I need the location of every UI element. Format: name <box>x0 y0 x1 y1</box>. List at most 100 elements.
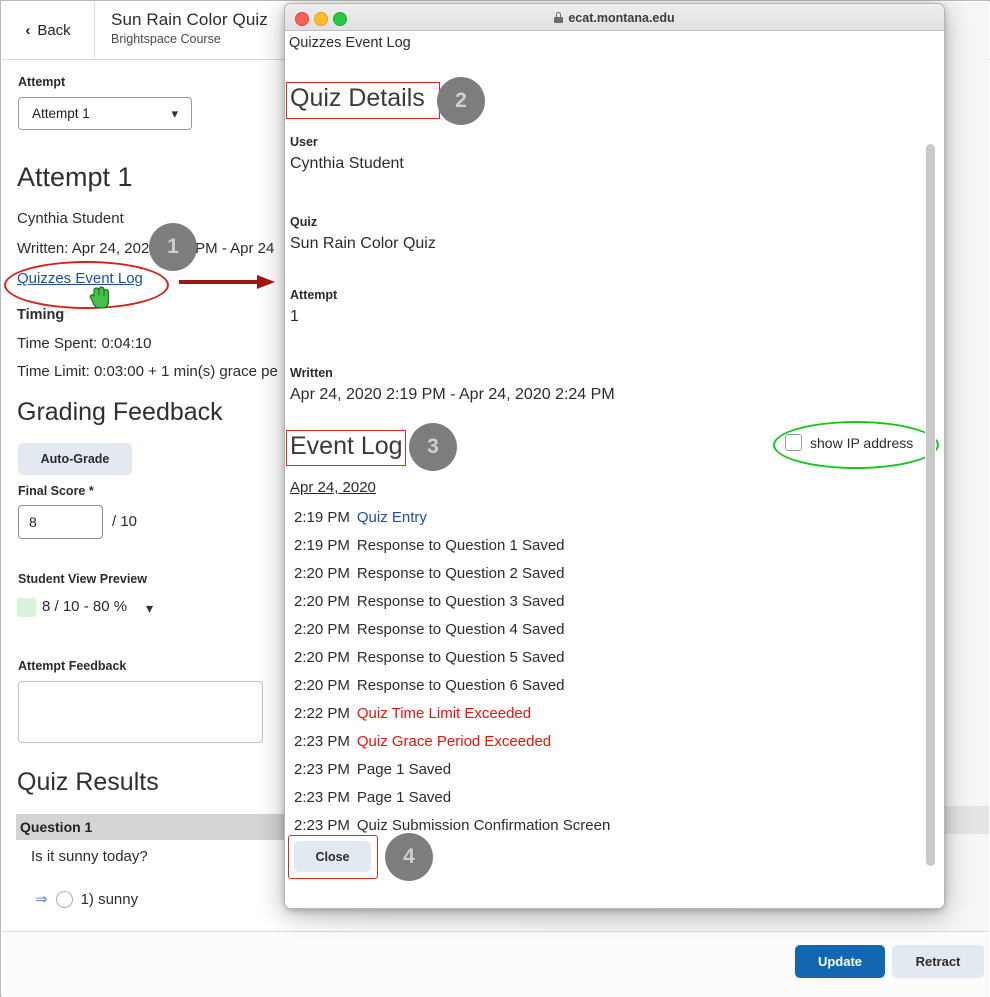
event-log-row: 2:20 PM Response to Question 3 Saved <box>294 587 914 615</box>
url-text: ecat.montana.edu <box>568 10 675 25</box>
event-log-list: 2:19 PM Quiz Entry 2:19 PM Response to Ques… <box>294 503 914 839</box>
event-log-event: Response to Question 1 Saved <box>356 536 565 554</box>
event-log-time: 2:20 PM <box>294 620 350 638</box>
event-log-time: 2:19 PM <box>294 508 350 526</box>
attempt-feedback-input[interactable] <box>18 681 263 743</box>
event-log-row: 2:22 PM Quiz Time Limit Exceeded <box>294 699 914 727</box>
arrow-right-icon: ⇒ <box>35 891 48 908</box>
event-log-row: 2:23 PM Quiz Submission Confirmation Scre… <box>294 811 914 839</box>
radio-icon[interactable] <box>55 890 73 908</box>
event-log-time: 2:23 PM <box>294 760 350 778</box>
event-log-event: Page 1 Saved <box>356 788 452 806</box>
update-button-label: Update <box>817 954 863 969</box>
attempt-select-value: Attempt 1 <box>32 106 90 121</box>
question-1-header: Question 1 <box>16 814 316 840</box>
event-log-event: Response to Question 4 Saved <box>356 620 565 638</box>
final-score-label: Final Score * <box>18 484 94 498</box>
event-log-event: Quiz Grace Period Exceeded <box>356 732 552 750</box>
event-log-time: 2:22 PM <box>294 704 350 722</box>
detail-label-attempt: Attempt <box>290 288 338 302</box>
written-timestamp: Written: Apr 24, 2020 2:19 PM - Apr 24 <box>17 240 275 257</box>
event-log-row: 2:20 PM Response to Question 2 Saved <box>294 559 914 587</box>
event-log-row: 2:19 PM Response to Question 1 Saved <box>294 531 914 559</box>
page-frame: ‹ Back Sun Rain Color Quiz Brightspace C… <box>0 0 990 997</box>
question-1-option-1[interactable]: ⇒ 1) sunny <box>35 890 138 908</box>
event-log-time: 2:19 PM <box>294 536 350 554</box>
event-log-row: 2:23 PM Page 1 Saved <box>294 783 914 811</box>
detail-label-quiz: Quiz <box>290 215 318 229</box>
final-score-denominator: / 10 <box>112 513 138 530</box>
attempt-feedback-label: Attempt Feedback <box>18 659 127 673</box>
time-spent: Time Spent: 0:04:10 <box>17 335 152 352</box>
detail-label-user: User <box>290 135 318 149</box>
quiz-results-heading: Quiz Results <box>17 768 159 796</box>
address-bar[interactable]: ecat.montana.edu <box>285 4 944 31</box>
lock-icon <box>554 12 564 23</box>
page-subtitle: Brightspace Course <box>111 32 221 46</box>
question-1-text: Is it sunny today? <box>31 848 148 865</box>
back-button-label: Back <box>37 22 71 39</box>
event-log-event: Response to Question 5 Saved <box>356 648 565 666</box>
chevron-left-icon: ‹ <box>25 22 31 39</box>
event-log-event: Response to Question 2 Saved <box>356 564 565 582</box>
grading-feedback-heading: Grading Feedback <box>17 398 223 426</box>
final-score-input[interactable] <box>18 505 103 539</box>
event-log-row: 2:20 PM Response to Question 5 Saved <box>294 643 914 671</box>
app-title-block: Sun Rain Color Quiz Brightspace Course <box>111 10 268 46</box>
page-title: Sun Rain Color Quiz <box>111 10 268 29</box>
auto-grade-label: Auto-Grade <box>40 452 110 466</box>
chevron-down-icon: ▾ <box>171 106 178 121</box>
event-log-event: Response to Question 3 Saved <box>356 592 565 610</box>
quizzes-event-log-link[interactable]: Quizzes Event Log <box>17 270 143 287</box>
event-log-time: 2:20 PM <box>294 648 350 666</box>
attempt-select[interactable]: Attempt 1 ▾ <box>18 97 192 130</box>
attempt-field-label: Attempt <box>18 75 66 89</box>
event-log-time: 2:23 PM <box>294 788 350 806</box>
time-limit: Time Limit: 0:03:00 + 1 min(s) grace pe <box>17 363 278 380</box>
student-view-preview-value: 8 / 10 - 80 % <box>42 598 128 615</box>
event-log-row: 2:20 PM Response to Question 6 Saved <box>294 671 914 699</box>
event-log-row: 2:19 PM Quiz Entry <box>294 503 914 531</box>
close-button[interactable]: Close <box>294 841 371 872</box>
event-log-event[interactable]: Quiz Entry <box>357 509 427 526</box>
chevron-down-icon[interactable]: ▾ <box>146 600 153 617</box>
retract-button-label: Retract <box>915 954 961 969</box>
back-button[interactable]: ‹ Back <box>2 2 95 59</box>
event-log-time: 2:20 PM <box>294 592 350 610</box>
student-view-preview-label: Student View Preview <box>18 572 147 586</box>
event-log-time: 2:23 PM <box>294 732 350 750</box>
question-1-header-label: Question 1 <box>20 819 93 835</box>
detail-label-written: Written <box>290 366 333 380</box>
event-log-date: Apr 24, 2020 <box>290 479 376 496</box>
quiz-details-heading: Quiz Details <box>290 84 425 112</box>
event-log-event: Page 1 Saved <box>356 760 452 778</box>
browser-window: ecat.montana.edu Quizzes Event Log Quiz … <box>284 3 945 909</box>
detail-value-quiz: Sun Rain Color Quiz <box>290 235 436 252</box>
student-name: Cynthia Student <box>17 210 124 227</box>
retract-button[interactable]: Retract <box>892 945 984 978</box>
event-log-event: Quiz Submission Confirmation Screen <box>356 816 611 834</box>
event-log-row: 2:23 PM Page 1 Saved <box>294 755 914 783</box>
event-log-time: 2:20 PM <box>294 676 350 694</box>
checkbox-icon[interactable] <box>785 434 802 451</box>
timing-heading: Timing <box>17 307 65 323</box>
scrollbar-thumb[interactable] <box>926 144 935 866</box>
question-1-option-1-label: 1) sunny <box>80 890 139 908</box>
event-log-time: 2:20 PM <box>294 564 350 582</box>
browser-page-heading: Quizzes Event Log <box>289 35 411 51</box>
show-ip-address-checkbox[interactable]: show IP address <box>785 434 913 451</box>
close-button-label: Close <box>315 849 350 864</box>
attempt-heading: Attempt 1 <box>17 162 133 192</box>
detail-value-user: Cynthia Student <box>290 155 404 172</box>
auto-grade-button[interactable]: Auto-Grade <box>18 443 132 475</box>
grade-color-swatch <box>17 598 36 617</box>
action-bar: Update Retract <box>2 931 988 997</box>
browser-title-bar[interactable]: ecat.montana.edu <box>285 4 944 31</box>
update-button[interactable]: Update <box>795 945 885 978</box>
event-log-time: 2:23 PM <box>294 816 350 834</box>
event-log-heading: Event Log <box>290 432 403 460</box>
event-log-row: 2:20 PM Response to Question 4 Saved <box>294 615 914 643</box>
event-log-event: Quiz Time Limit Exceeded <box>356 704 532 722</box>
detail-value-attempt: 1 <box>290 308 299 325</box>
detail-value-written: Apr 24, 2020 2:19 PM - Apr 24, 2020 2:24… <box>290 386 615 403</box>
